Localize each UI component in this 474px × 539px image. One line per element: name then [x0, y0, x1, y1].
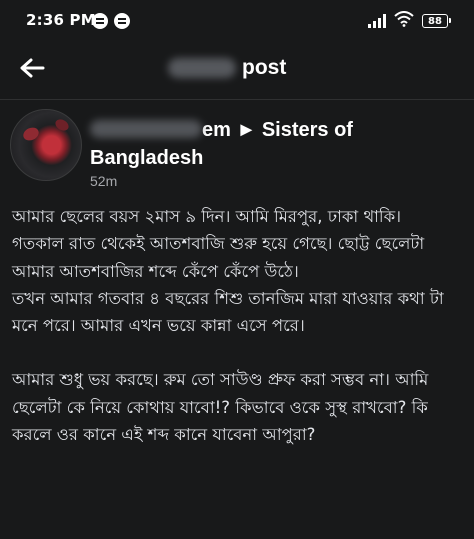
redacted-author: [90, 120, 202, 138]
post-paragraph: আমার শুধু ভয় করছে। রুম তো সাউণ্ড প্রুফ …: [12, 370, 429, 445]
post-paragraph: তখন আমার গতবার ৪ বছরের শিশু তানজিম মারা …: [12, 288, 444, 336]
notification-icon: [92, 13, 108, 29]
post-paragraph: আমার ছেলের বয়স ২মাস ৯ দিন। আমি মিরপুর, …: [12, 207, 402, 226]
post-paragraph: গতকাল রাত থেকেই আতশবাজি শুরু হয়ে গেছে। …: [12, 234, 425, 281]
author-line[interactable]: em ► Sisters of Bangladesh: [90, 116, 460, 172]
status-time: 2:36 PM: [26, 11, 96, 29]
app-bar: post: [0, 40, 474, 98]
back-button[interactable]: [14, 50, 50, 86]
post-body: আমার ছেলের বয়স ২মাস ৯ দিন। আমি মিরপুর, …: [12, 203, 462, 448]
avatar[interactable]: [10, 109, 82, 181]
redacted-name: [168, 58, 236, 78]
signal-icon: [368, 14, 386, 28]
status-right: 88: [368, 11, 451, 31]
wifi-icon: [394, 11, 414, 31]
page-title: post: [168, 56, 286, 80]
page-title-text: post: [242, 56, 287, 79]
post-header: em ► Sisters of Bangladesh 52m: [0, 100, 474, 196]
battery-icon: 88: [422, 14, 451, 28]
post-time[interactable]: 52m: [90, 173, 117, 189]
notification-icon: [114, 13, 130, 29]
status-bar: 2:36 PM 88: [0, 0, 474, 40]
arrow-left-icon: [20, 58, 45, 78]
